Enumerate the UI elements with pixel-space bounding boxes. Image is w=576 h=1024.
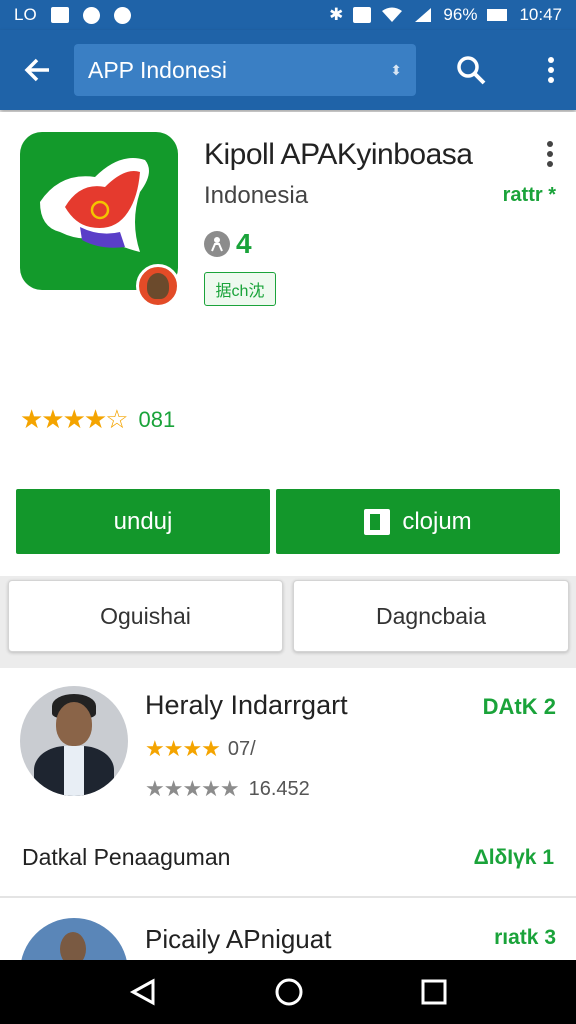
overflow-menu-button[interactable] [526,56,576,84]
install-button[interactable]: unduj [16,489,270,554]
more-vert-icon [547,141,553,167]
status-time: 10:47 [519,5,562,24]
edit-icon [82,6,100,24]
home-icon[interactable] [274,977,304,1007]
app-bar: APP Indonesi ⬍ [0,30,576,110]
navigation-bar [0,960,576,1024]
list-item-badge: DAtK 2 [482,694,556,719]
divider [0,896,576,898]
app-more-button[interactable] [546,140,554,173]
app-header-card: Kipoll APAKyinboasa Indonesia rattr * 4 … [0,112,576,576]
back-nav-icon[interactable] [129,978,157,1006]
app-title: Kipoll APAKyinboasa [204,138,473,171]
secondary-right-button[interactable]: Dagncbaia [293,580,569,652]
search-text: APP Indonesi [88,56,227,83]
search-button[interactable] [416,55,526,85]
gray-stars: ★★★★★ [145,776,240,801]
search-icon [457,56,486,85]
rating-stars: ★★★★☆ [20,404,129,434]
back-button[interactable] [0,56,74,84]
reviews-list: Heraly Indarrgart DAtK 2 ★★★★ 07/ ★★★★★ … [0,668,576,978]
rating-count: 081 [138,406,176,432]
install-label: unduj [113,507,173,535]
secondary-right-label: Dagncbaia [376,602,486,629]
wifi-icon [382,7,403,22]
list-item-rating: ★★★★ 07/ [145,736,256,762]
gallery-icon [50,7,69,23]
bluetooth-icon: ✱ [329,5,344,24]
search-input[interactable]: APP Indonesi ⬍ [74,44,416,96]
avatar [20,686,128,796]
detail-value: ΔlδΙγk 1 [473,846,554,869]
status-bar: LO ✱ 96% 10:47 [0,0,576,30]
battery-percent: 96% [443,5,478,24]
vibrate-icon [353,7,372,23]
list-item-name: Heraly Indarrgart [145,690,348,720]
detail-label: Datkal Penaaguman [22,844,231,870]
rating-row: ★★★★☆ 081 [20,404,175,435]
battery-icon [487,9,508,21]
open-button[interactable]: clojum [276,489,560,554]
rating-stars: ★★★★ [145,736,221,761]
rating-value: 07/ [227,737,256,760]
gray-value: 16.452 [248,777,310,800]
signal-icon [415,8,432,22]
secondary-left-label: Oguishai [100,602,191,629]
list-item-badge: rıatk 3 [494,926,556,949]
age-rating: 4 [236,228,252,259]
more-vert-icon [548,57,554,83]
arrow-left-icon [24,58,49,82]
list-item[interactable]: Heraly Indarrgart DAtK 2 ★★★★ 07/ ★★★★★ … [0,668,576,896]
avatar [136,264,180,308]
settings-icon [113,6,131,24]
category-tag[interactable]: 据ch沈 [204,272,276,306]
content-rating: 4 [204,228,252,260]
dropdown-icon: ⬍ [390,61,402,78]
developer-name[interactable]: Indonesia [204,182,308,210]
list-item-secondary-rating: ★★★★★ 16.452 [145,776,310,802]
open-label: clojum [402,507,472,535]
list-item-name[interactable]: Picaily APniguat [145,924,331,955]
secondary-left-button[interactable]: Oguishai [8,580,283,652]
person-icon [204,231,230,257]
open-icon [364,508,391,535]
status-item-1: LO [14,5,37,24]
developer-side-label: rattr * [502,184,556,206]
recents-icon[interactable] [421,979,447,1005]
